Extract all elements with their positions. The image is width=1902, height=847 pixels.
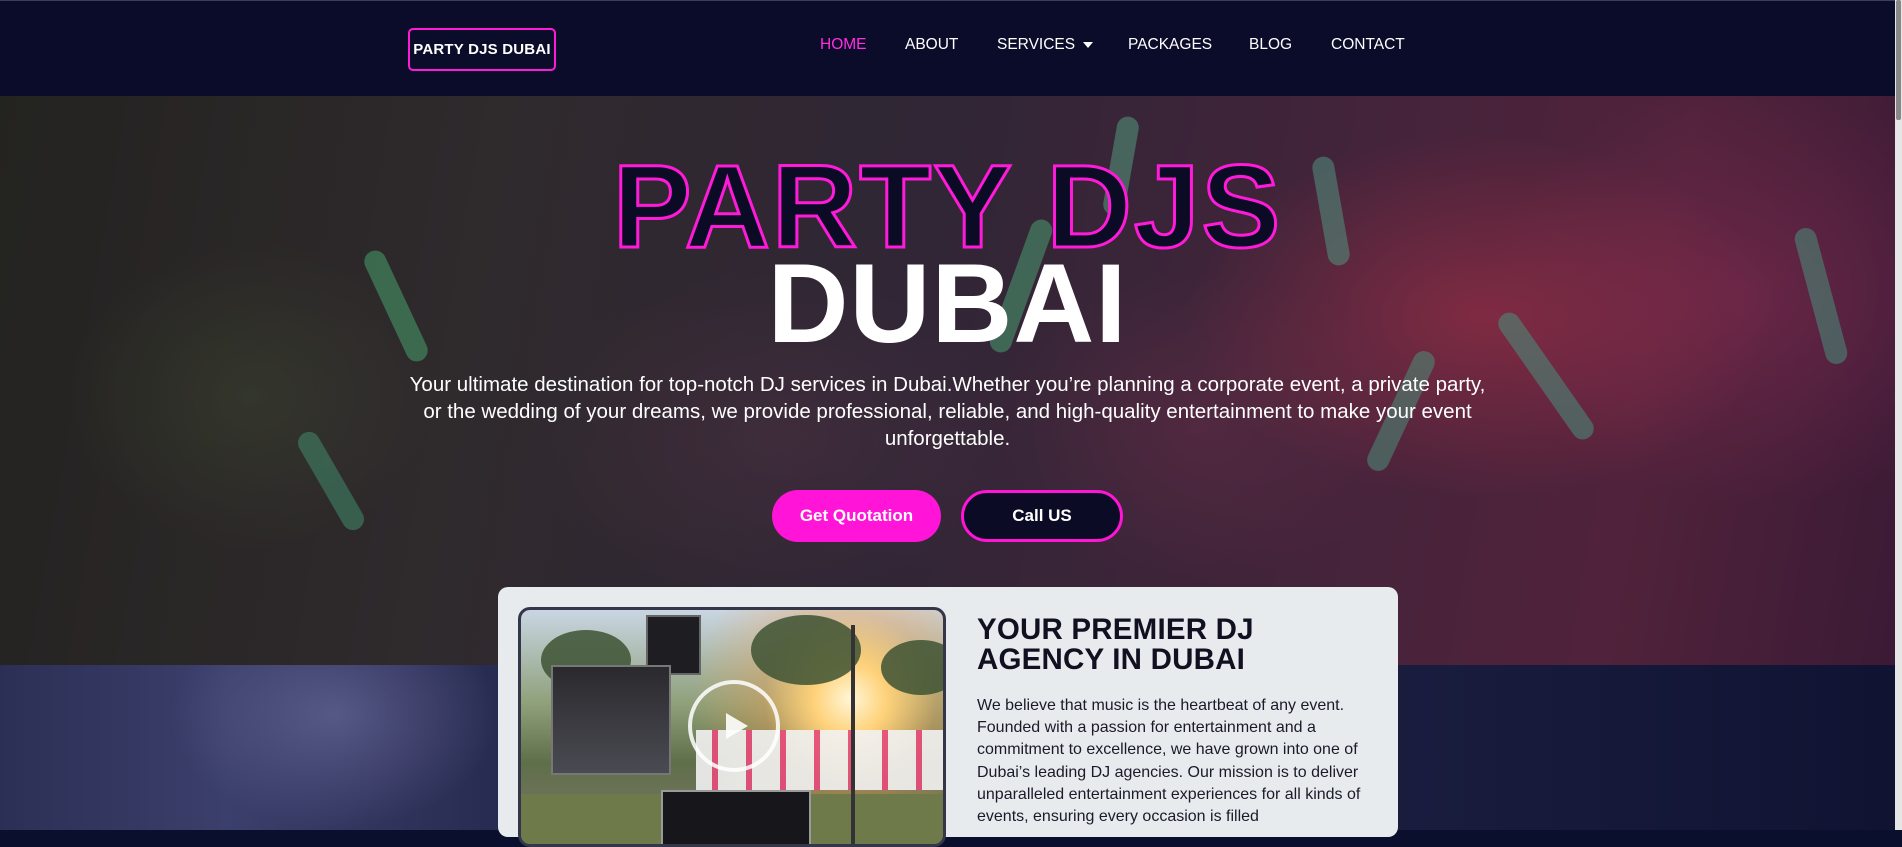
top-navigation-bar: PARTY DJS DUBAI HOME ABOUT SERVICES PACK… — [0, 0, 1895, 96]
nav-contact-link[interactable]: CONTACT — [1331, 36, 1405, 54]
page-scrollbar[interactable] — [1895, 0, 1902, 830]
dj-equipment-shape — [551, 665, 671, 775]
site-logo[interactable]: PARTY DJS DUBAI — [408, 28, 556, 71]
background-decoration — [170, 665, 500, 830]
hero-description: Your ultimate destination for top-notch … — [409, 373, 1486, 450]
call-us-button[interactable]: Call US — [961, 490, 1123, 542]
play-icon[interactable] — [688, 680, 780, 772]
get-quotation-button[interactable]: Get Quotation — [772, 490, 941, 542]
palm-tree-shape — [881, 640, 943, 695]
about-text: We believe that music is the heartbeat o… — [977, 697, 1361, 826]
hero-section: PARTY DJS DUBAI Your ultimate destinatio… — [0, 96, 1895, 665]
scrollbar-thumb[interactable] — [1896, 0, 1901, 120]
nav-services-dropdown[interactable]: SERVICES — [997, 36, 1094, 54]
nav-home-link[interactable]: HOME — [820, 36, 867, 54]
about-title: YOUR PREMIER DJ AGENCY IN DUBAI — [977, 613, 1254, 676]
nav-blog-link[interactable]: BLOG — [1249, 36, 1292, 54]
equipment-case-shape — [661, 790, 811, 844]
camera-tripod-shape — [851, 625, 855, 844]
video-thumbnail[interactable] — [518, 607, 946, 847]
nav-packages-link[interactable]: PACKAGES — [1128, 36, 1212, 54]
nav-about-link[interactable]: ABOUT — [905, 36, 958, 54]
palm-tree-shape — [751, 615, 861, 685]
caret-down-icon — [1083, 42, 1094, 48]
about-card: YOUR PREMIER DJ AGENCY IN DUBAI We belie… — [498, 587, 1398, 847]
play-triangle-icon — [726, 713, 748, 739]
hero-title-solid: DUBAI — [767, 241, 1128, 366]
nav-services-label: SERVICES — [997, 36, 1076, 53]
